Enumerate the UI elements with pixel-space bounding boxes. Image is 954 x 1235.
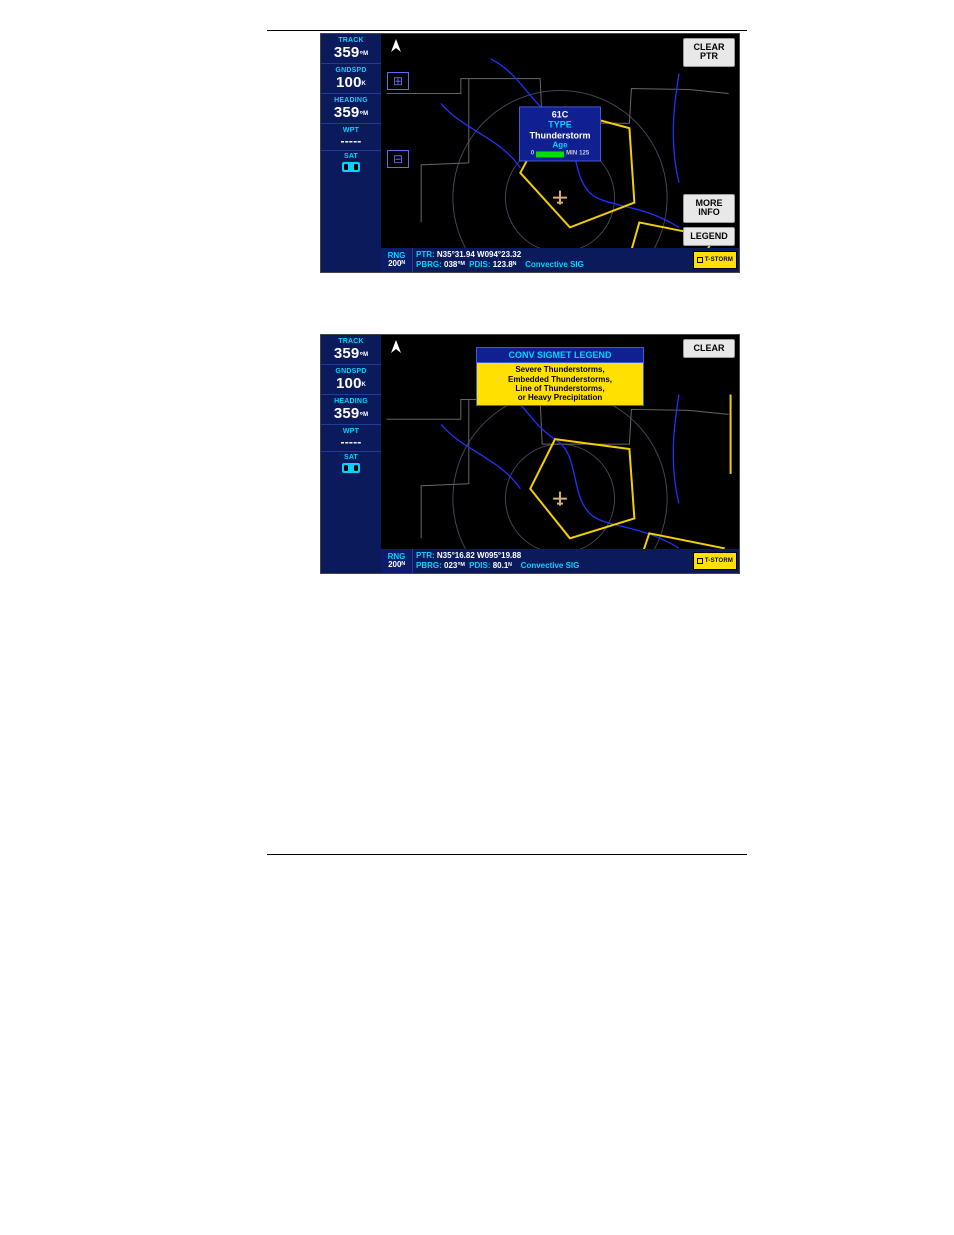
gndspd-cell: GNDSPD 100ᴷ	[321, 365, 381, 395]
aircraft-icon	[553, 492, 567, 506]
heading-cell: HEADING 359°ᴹ	[321, 395, 381, 425]
device-screenshot-2: TRACK 359°ᴹ GNDSPD 100ᴷ HEADING 359°ᴹ WP…	[320, 334, 740, 574]
section-rule	[267, 30, 747, 31]
pointer-readout: PTR: N35°31.94 W094°23.32 PBRG: 038°ᴹ PD…	[413, 248, 693, 272]
status-bar: RNG 200ᴺ PTR: N35°16.82 W095°19.88 PBRG:…	[381, 549, 739, 573]
zoom-controls: ⊞ ⊟	[387, 72, 409, 168]
clear-ptr-button[interactable]: CLEAR PTR	[683, 38, 735, 67]
sigmet-legend-popup: CONV SIGMET LEGEND Severe Thunderstorms,…	[476, 347, 644, 406]
track-value: 359°ᴹ	[323, 346, 379, 361]
clear-button[interactable]: CLEAR	[683, 339, 735, 358]
legend-title: CONV SIGMET LEGEND	[477, 348, 643, 363]
sigmet-id: 61C	[522, 109, 598, 119]
sat-cell: SAT	[321, 452, 381, 573]
north-arrow	[389, 38, 403, 56]
heading-value: 359°ᴹ	[323, 105, 379, 120]
tstorm-badge: T-STORM	[693, 552, 737, 570]
flight-data-sidebar: TRACK 359°ᴹ GNDSPD 100ᴷ HEADING 359°ᴹ WP…	[321, 335, 381, 573]
tstorm-icon	[697, 558, 703, 564]
gndspd-value: 100ᴷ	[323, 75, 379, 90]
track-value: 359°ᴹ	[323, 45, 379, 60]
legend-body: Severe Thunderstorms, Embedded Thunderst…	[477, 363, 643, 405]
pointer-readout: PTR: N35°16.82 W095°19.88 PBRG: 023°ᴹ PD…	[413, 549, 693, 573]
wpt-cell: WPT -----	[321, 425, 381, 452]
heading-value: 359°ᴹ	[323, 406, 379, 421]
wpt-cell: WPT -----	[321, 124, 381, 151]
map-display[interactable]: CONV SIGMET LEGEND Severe Thunderstorms,…	[381, 335, 739, 573]
sat-label: SAT	[344, 153, 358, 160]
type-value: Thunderstorm	[522, 130, 598, 140]
sat-label: SAT	[344, 454, 358, 461]
wpt-value: -----	[323, 436, 379, 448]
map-display[interactable]: ⊞ ⊟ 61C TYPE Thunderstorm Age 0 MIN 125 …	[381, 34, 739, 272]
sigmet-info-popup: 61C TYPE Thunderstorm Age 0 MIN 125	[519, 106, 601, 161]
sat-cell: SAT	[321, 151, 381, 272]
zoom-out-icon[interactable]: ⊟	[387, 150, 409, 168]
device-screenshot-1: TRACK 359°ᴹ GNDSPD 100ᴷ HEADING 359°ᴹ WP…	[320, 33, 740, 273]
more-info-button[interactable]: MORE INFO	[683, 194, 735, 223]
north-arrow	[389, 339, 403, 357]
satellite-icon	[342, 162, 360, 172]
softkeys-top: CLEAR	[683, 339, 735, 358]
range-cell: RNG 200ᴺ	[381, 248, 413, 272]
flight-data-sidebar: TRACK 359°ᴹ GNDSPD 100ᴷ HEADING 359°ᴹ WP…	[321, 34, 381, 272]
track-cell: TRACK 359°ᴹ	[321, 335, 381, 365]
age-bar: 0 MIN 125	[522, 151, 598, 158]
section-rule	[267, 854, 747, 855]
range-cell: RNG 200ᴺ	[381, 549, 413, 573]
gndspd-value: 100ᴷ	[323, 376, 379, 391]
satellite-icon	[342, 463, 360, 473]
softkeys-bottom: MORE INFO LEGEND	[683, 194, 735, 246]
gndspd-cell: GNDSPD 100ᴷ	[321, 64, 381, 94]
legend-button[interactable]: LEGEND	[683, 227, 735, 246]
tstorm-badge: T-STORM	[693, 251, 737, 269]
age-label: Age	[522, 140, 598, 149]
status-bar: RNG 200ᴺ PTR: N35°31.94 W094°23.32 PBRG:…	[381, 248, 739, 272]
type-label: TYPE	[522, 120, 598, 130]
zoom-in-icon[interactable]: ⊞	[387, 72, 409, 90]
aircraft-icon	[553, 191, 567, 205]
wpt-value: -----	[323, 135, 379, 147]
track-cell: TRACK 359°ᴹ	[321, 34, 381, 64]
heading-cell: HEADING 359°ᴹ	[321, 94, 381, 124]
tstorm-icon	[697, 257, 703, 263]
softkeys-top: CLEAR PTR	[683, 38, 735, 67]
